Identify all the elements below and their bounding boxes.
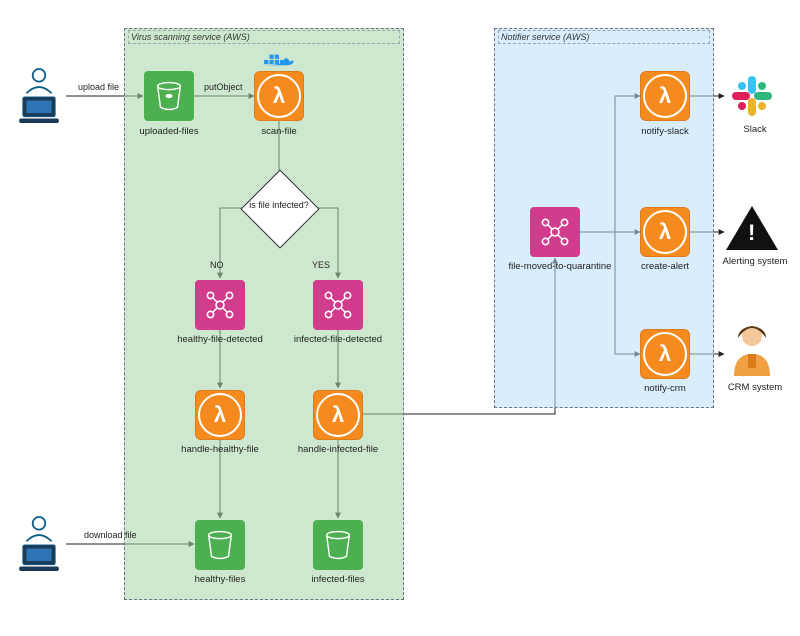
slack-icon xyxy=(728,72,776,120)
label-scan-file: scan-file xyxy=(224,126,334,137)
lambda-notify-crm: λ xyxy=(640,329,690,379)
lambda-create-alert: λ xyxy=(640,207,690,257)
s3-healthy-files xyxy=(195,520,245,570)
label-handle-healthy: handle-healthy-file xyxy=(165,444,275,455)
edge-upload-label: upload file xyxy=(78,82,119,92)
label-quarantine-event: file-moved-to-quarantine xyxy=(500,261,620,272)
label-handle-infected: handle-infected-file xyxy=(283,444,393,455)
eventbridge-healthy-detected xyxy=(195,280,245,330)
label-decision: is file infected? xyxy=(244,200,314,210)
label-uploaded-files: uploaded-files xyxy=(114,126,224,137)
lambda-scan-file: λ xyxy=(254,71,304,121)
lambda-notify-slack: λ xyxy=(640,71,690,121)
eventbridge-infected-detected xyxy=(313,280,363,330)
label-healthy-event: healthy-file-detected xyxy=(165,334,275,345)
actor-uploader xyxy=(12,66,66,126)
actor-downloader xyxy=(12,514,66,574)
label-infected-event: infected-file-detected xyxy=(283,334,393,345)
eventbridge-quarantine xyxy=(530,207,580,257)
s3-uploaded-files xyxy=(144,71,194,121)
edge-putobject-label: putObject xyxy=(204,82,243,92)
label-crm: CRM system xyxy=(700,382,800,393)
group-title-notifier: Notifier service (AWS) xyxy=(498,30,710,44)
architecture-diagram: Virus scanning service (AWS) Notifier se… xyxy=(0,0,800,636)
edge-download-label: download file xyxy=(84,530,137,540)
label-no: NO xyxy=(210,260,224,270)
group-title-scanner: Virus scanning service (AWS) xyxy=(128,30,400,44)
alert-icon xyxy=(726,206,778,250)
lambda-handle-infected: λ xyxy=(313,390,363,440)
user-computer-icon xyxy=(12,66,66,126)
crm-user-icon xyxy=(728,322,776,378)
label-infected-bucket: infected-files xyxy=(283,574,393,585)
label-yes: YES xyxy=(312,260,330,270)
label-alerting: Alerting system xyxy=(700,256,800,267)
label-healthy-bucket: healthy-files xyxy=(165,574,275,585)
docker-icon xyxy=(262,50,296,72)
s3-infected-files xyxy=(313,520,363,570)
lambda-handle-healthy: λ xyxy=(195,390,245,440)
label-slack: Slack xyxy=(700,124,800,135)
user-computer-icon xyxy=(12,514,66,574)
